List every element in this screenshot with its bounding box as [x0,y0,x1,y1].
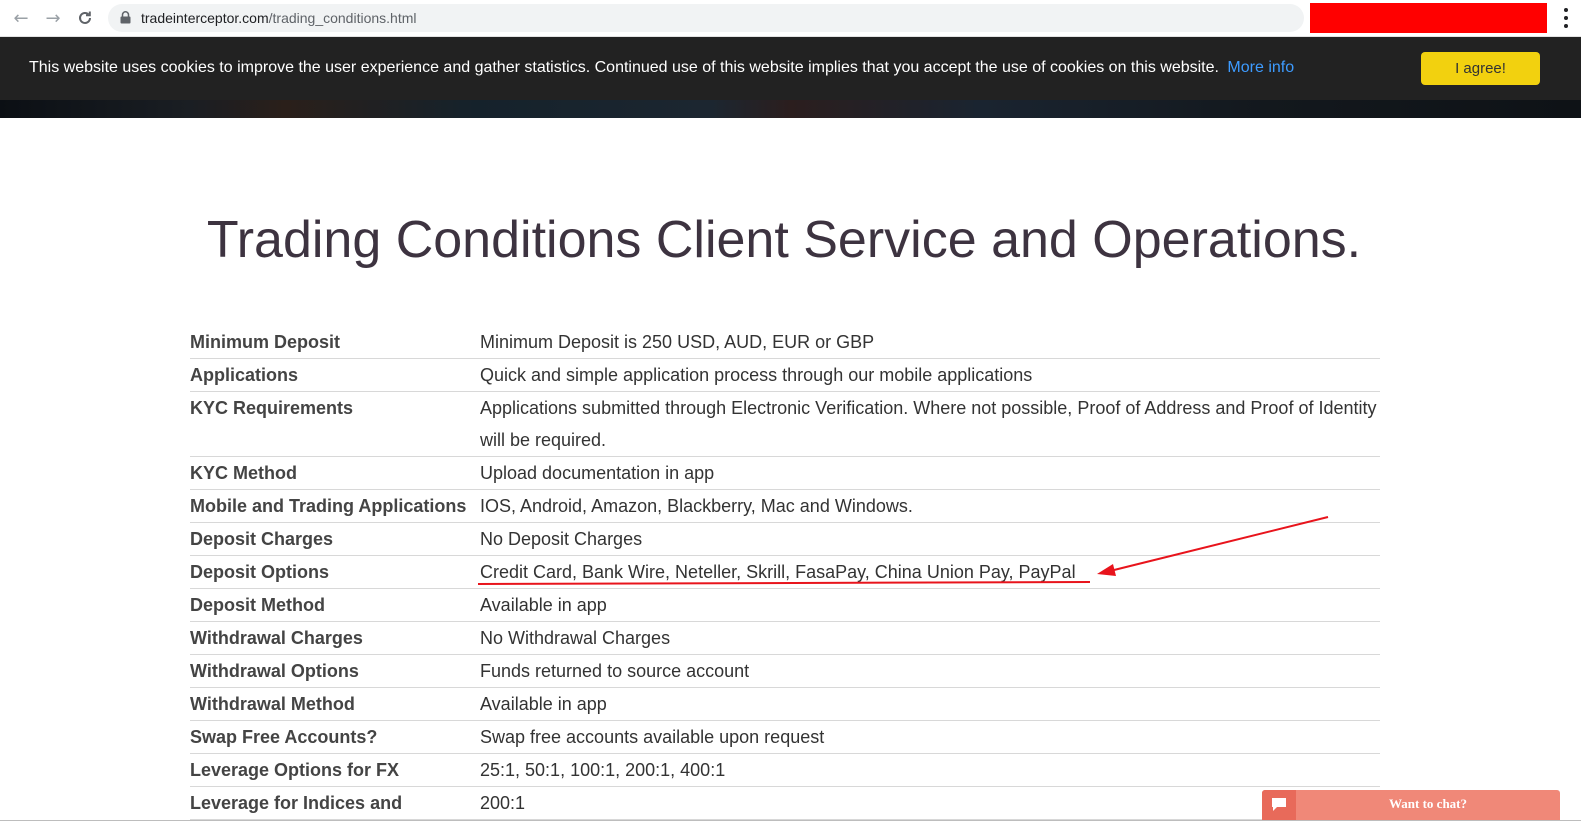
table-row: Leverage Options for FX 25:1, 50:1, 100:1… [190,753,1380,787]
condition-label: Swap Free Accounts? [190,720,480,754]
table-row: Deposit Method Available in app [190,588,1380,622]
table-row: Mobile and Trading Applications IOS, Andr… [190,489,1380,523]
condition-label: Deposit Options [190,555,480,589]
conditions-table: Minimum Deposit Minimum Deposit is 250 US… [190,326,1380,820]
page-title: Trading Conditions Client Service and Op… [206,211,1362,269]
address-bar[interactable]: tradeinterceptor.com/trading_conditions.… [108,4,1304,32]
condition-label: Deposit Charges [190,522,480,556]
table-row: Minimum Deposit Minimum Deposit is 250 US… [190,326,1380,359]
condition-value: Minimum Deposit is 250 USD, AUD, EUR or … [480,326,1380,359]
table-row: Leverage for Indices and 200:1 [190,786,1380,820]
condition-value: 25:1, 50:1, 100:1, 200:1, 400:1 [480,753,1380,787]
url-text: tradeinterceptor.com/trading_conditions.… [141,10,417,26]
cookie-message-text: This website uses cookies to improve the… [29,59,1219,76]
lock-icon [120,11,131,24]
cookie-message: This website uses cookies to improve the… [29,59,1294,77]
condition-value: No Deposit Charges [480,522,1380,556]
condition-label: Leverage Options for FX [190,753,480,787]
condition-value: Available in app [480,687,1380,721]
chat-widget[interactable]: Want to chat? [1262,790,1560,820]
condition-value: Upload documentation in app [480,456,1380,490]
forward-arrow-icon[interactable]: → [41,6,65,30]
condition-label: Withdrawal Options [190,654,480,688]
chat-label: Want to chat? [1389,796,1467,811]
condition-label: KYC Requirements [190,391,480,457]
condition-value: Applications submitted through Electroni… [480,391,1380,457]
back-arrow-icon[interactable]: ← [9,6,33,30]
condition-label: Mobile and Trading Applications [190,489,480,523]
agree-button[interactable]: I agree! [1421,52,1540,85]
condition-value: Credit Card, Bank Wire, Neteller, Skrill… [480,555,1380,589]
condition-value: 200:1 [480,786,1380,820]
hero-image-strip [0,100,1581,118]
condition-label: Deposit Method [190,588,480,622]
more-info-link[interactable]: More info [1227,59,1294,76]
condition-label: Withdrawal Method [190,687,480,721]
table-row: Deposit Charges No Deposit Charges [190,522,1380,556]
kebab-menu-icon[interactable] [1558,8,1574,28]
table-row: Deposit Options Credit Card, Bank Wire, N… [190,555,1380,589]
table-row: Withdrawal Method Available in app [190,687,1380,721]
speech-bubble-icon [1272,798,1286,811]
condition-value: Swap free accounts available upon reques… [480,720,1380,754]
condition-value: IOS, Android, Amazon, Blackberry, Mac an… [480,489,1380,523]
redacted-block [1310,3,1547,33]
table-row: Applications Quick and simple application… [190,358,1380,392]
condition-label: Leverage for Indices and [190,786,480,820]
condition-label: Minimum Deposit [190,326,480,359]
condition-label: Applications [190,358,480,392]
table-row: Withdrawal Options Funds returned to sour… [190,654,1380,688]
condition-value: Funds returned to source account [480,654,1380,688]
reload-icon[interactable] [73,6,97,30]
condition-label: Withdrawal Charges [190,621,480,655]
table-row: KYC Requirements Applications submitted t… [190,391,1380,457]
condition-value: Quick and simple application process thr… [480,358,1380,392]
condition-label: KYC Method [190,456,480,490]
condition-value: No Withdrawal Charges [480,621,1380,655]
url-path: /trading_conditions.html [268,10,417,26]
table-row: KYC Method Upload documentation in app [190,456,1380,490]
table-row: Withdrawal Charges No Withdrawal Charges [190,621,1380,655]
browser-toolbar: ← → tradeinterceptor.com/trading_conditi… [0,0,1581,37]
url-host: tradeinterceptor.com [141,10,269,26]
table-row: Swap Free Accounts? Swap free accounts av… [190,720,1380,754]
chat-icon-box [1262,790,1296,820]
condition-value: Available in app [480,588,1380,622]
cookie-consent-bar: This website uses cookies to improve the… [0,37,1581,100]
